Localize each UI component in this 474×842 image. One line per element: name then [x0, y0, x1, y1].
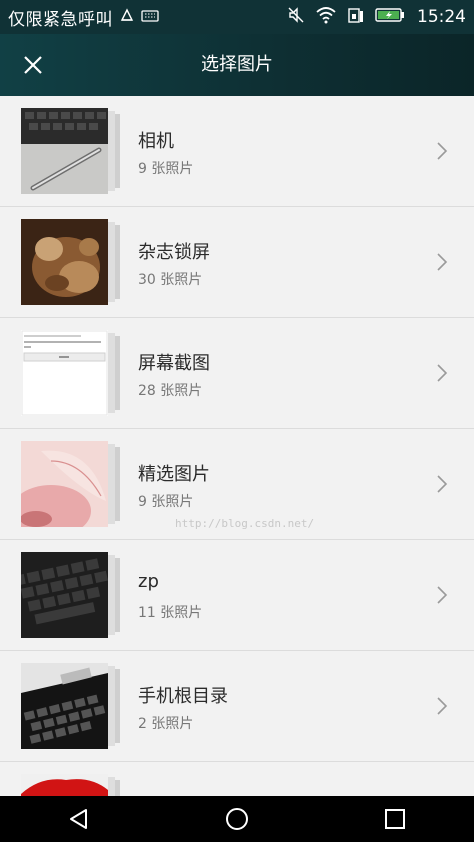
battery-charging-icon: [375, 7, 405, 27]
album-thumbnail-stack: [21, 774, 121, 796]
album-thumbnail: [21, 774, 108, 796]
album-photo-count: 30 张照片: [138, 272, 203, 288]
album-name: 相机: [138, 131, 174, 152]
sim-signal-icon: [347, 6, 365, 28]
keyboard-icon: [141, 8, 159, 27]
album-row[interactable]: [0, 762, 474, 796]
album-list: 相机 9 张照片 杂志锁屏 30 张照片 屏幕截图 28 张照片 精选图片 9 …: [0, 96, 474, 796]
back-button[interactable]: [49, 796, 109, 842]
chevron-right-icon: [437, 364, 448, 382]
album-thumbnail-stack: [21, 219, 121, 305]
album-thumbnail: [21, 552, 108, 638]
recents-icon: [385, 809, 405, 829]
album-photo-count: 9 张照片: [138, 161, 194, 177]
chevron-right-icon: [437, 253, 448, 271]
album-photo-count: 2 张照片: [138, 716, 194, 732]
album-thumbnail: [21, 108, 108, 194]
album-thumbnail: [21, 441, 108, 527]
album-photo-count: 9 张照片: [138, 494, 194, 510]
album-thumbnail-stack: [21, 552, 121, 638]
album-thumbnail-stack: [21, 441, 121, 527]
album-row[interactable]: 屏幕截图 28 张照片: [0, 318, 474, 429]
chevron-right-icon: [437, 697, 448, 715]
album-thumbnail: [21, 330, 108, 416]
sim-card-icon: [119, 7, 135, 27]
chevron-right-icon: [437, 586, 448, 604]
wifi-icon: [315, 6, 337, 28]
page-title: 选择图片: [201, 54, 273, 75]
album-thumbnail-stack: [21, 108, 121, 194]
album-photo-count: 28 张照片: [138, 383, 203, 399]
home-icon: [226, 808, 248, 830]
chevron-right-icon: [437, 142, 448, 160]
status-bar: 仅限紧急呼叫 15:24: [0, 0, 474, 34]
album-thumbnail-stack: [21, 663, 121, 749]
album-name: 精选图片: [138, 464, 210, 485]
mute-icon: [287, 6, 305, 28]
recents-button[interactable]: [365, 796, 425, 842]
album-thumbnail: [21, 219, 108, 305]
clock: 15:24: [417, 7, 466, 27]
back-icon: [70, 809, 87, 829]
home-button[interactable]: [207, 796, 267, 842]
carrier-label: 仅限紧急呼叫: [8, 9, 113, 30]
app-toolbar: 选择图片: [0, 34, 474, 96]
album-row[interactable]: 手机根目录 2 张照片: [0, 651, 474, 762]
album-thumbnail-stack: [21, 330, 121, 416]
album-row[interactable]: zp 11 张照片: [0, 540, 474, 651]
album-name: zp: [138, 571, 159, 592]
album-thumbnail: [21, 663, 108, 749]
album-row[interactable]: 相机 9 张照片: [0, 96, 474, 207]
navigation-bar: [0, 796, 474, 842]
album-name: 手机根目录: [138, 686, 228, 707]
album-name: 屏幕截图: [138, 353, 210, 374]
album-name: 杂志锁屏: [138, 242, 210, 263]
album-photo-count: 11 张照片: [138, 605, 203, 621]
chevron-right-icon: [437, 475, 448, 493]
album-row[interactable]: 杂志锁屏 30 张照片: [0, 207, 474, 318]
watermark: http://blog.csdn.net/: [175, 517, 315, 530]
